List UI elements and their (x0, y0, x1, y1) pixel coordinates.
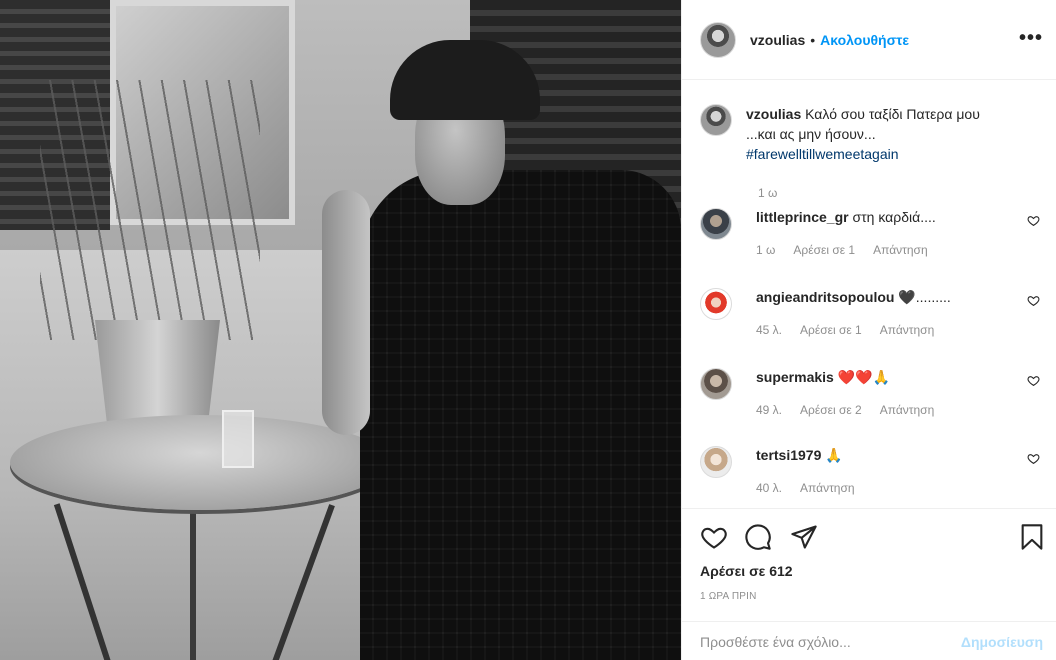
reply-button[interactable]: Απάντηση (873, 243, 928, 257)
comment-heart-icon[interactable] (1027, 214, 1040, 227)
comment-heart-icon[interactable] (1027, 452, 1040, 465)
comment-likes[interactable]: Αρέσει σε 2 (800, 403, 862, 417)
comment-input[interactable]: Προσθέστε ένα σχόλιο... (700, 634, 940, 650)
reply-button[interactable]: Απάντηση (880, 403, 935, 417)
photo-plant (40, 80, 260, 340)
comment-username[interactable]: tertsi1979 (756, 447, 821, 463)
reply-button[interactable]: Απάντηση (800, 481, 855, 495)
heart-icon[interactable] (700, 523, 728, 551)
follow-button[interactable]: Ακολουθήστε (820, 32, 909, 48)
caption-text: Καλό σου ταξίδι Πατερα μου (801, 106, 980, 122)
commenter-avatar[interactable] (700, 368, 732, 400)
post-side-panel: vzoulias • Ακολουθήστε ••• vzoulias Καλό… (681, 0, 1056, 660)
comment-time[interactable]: 40 λ. (756, 481, 782, 495)
comment-username[interactable]: angieandritsopoulou (756, 289, 894, 305)
comment-heart-icon[interactable] (1027, 374, 1040, 387)
list-item: angieandritsopoulou 🖤......... 45 λ. Αρέ… (700, 288, 1040, 337)
comment-text: 🙏 (821, 447, 843, 463)
share-icon[interactable] (790, 523, 818, 551)
comment-icon[interactable] (744, 523, 772, 551)
comment-text: 🖤......... (894, 289, 951, 305)
caption-username[interactable]: vzoulias (746, 106, 801, 122)
post-photo[interactable] (0, 0, 681, 660)
comment-time[interactable]: 49 λ. (756, 403, 782, 417)
commenter-avatar[interactable] (700, 208, 732, 240)
caption-avatar[interactable] (700, 104, 732, 136)
caption-time[interactable]: 1 ω (758, 186, 777, 200)
author-username[interactable]: vzoulias (750, 32, 805, 48)
comment-likes[interactable]: Αρέσει σε 1 (793, 243, 855, 257)
comments-list[interactable]: vzoulias Καλό σου ταξίδι Πατερα μου ...κ… (682, 80, 1056, 508)
post-time[interactable]: 1 ΩΡΑ ΠΡΙΝ (700, 591, 757, 602)
author-avatar[interactable] (700, 21, 736, 58)
comment-text: ❤️❤️🙏 (833, 369, 891, 385)
comment-heart-icon[interactable] (1027, 294, 1040, 307)
caption-hashtag[interactable]: #farewelltillwemeetagain (746, 146, 899, 162)
comment-username[interactable]: littleprince_gr (756, 209, 849, 225)
caption-text-line2: ...και ας μην ήσουν... (746, 126, 876, 142)
photo-arm (322, 190, 370, 435)
comment-time[interactable]: 1 ω (756, 243, 775, 257)
comment-text: στη καρδιά.... (848, 209, 936, 225)
add-comment-bar: Προσθέστε ένα σχόλιο... Δημοσίευση (682, 621, 1056, 660)
commenter-avatar[interactable] (700, 288, 732, 320)
list-item: littleprince_gr στη καρδιά.... 1 ω Αρέσε… (700, 208, 1040, 257)
post-header: vzoulias • Ακολουθήστε ••• (682, 0, 1056, 80)
photo-glass (222, 410, 254, 468)
photo-table-leg (190, 510, 196, 660)
comment-username[interactable]: supermakis (756, 369, 834, 385)
post-comment-button[interactable]: Δημοσίευση (961, 634, 1043, 650)
list-item: supermakis ❤️❤️🙏 49 λ. Αρέσει σε 2 Απάντ… (700, 368, 1040, 417)
comment-time[interactable]: 45 λ. (756, 323, 782, 337)
list-item: tertsi1979 🙏 40 λ. Απάντηση (700, 446, 1040, 495)
commenter-avatar[interactable] (700, 446, 732, 478)
header-separator: • (810, 31, 816, 48)
photo-man (360, 170, 681, 660)
post-actions: Αρέσει σε 612 1 ΩΡΑ ΠΡΙΝ Προσθέστε ένα σ… (682, 508, 1056, 660)
bookmark-icon[interactable] (1018, 523, 1046, 551)
post-caption: vzoulias Καλό σου ταξίδι Πατερα μου ...κ… (700, 104, 1040, 200)
comment-likes[interactable]: Αρέσει σε 1 (800, 323, 862, 337)
likes-count[interactable]: Αρέσει σε 612 (700, 563, 793, 579)
more-options-icon[interactable]: ••• (1019, 28, 1043, 48)
reply-button[interactable]: Απάντηση (880, 323, 935, 337)
